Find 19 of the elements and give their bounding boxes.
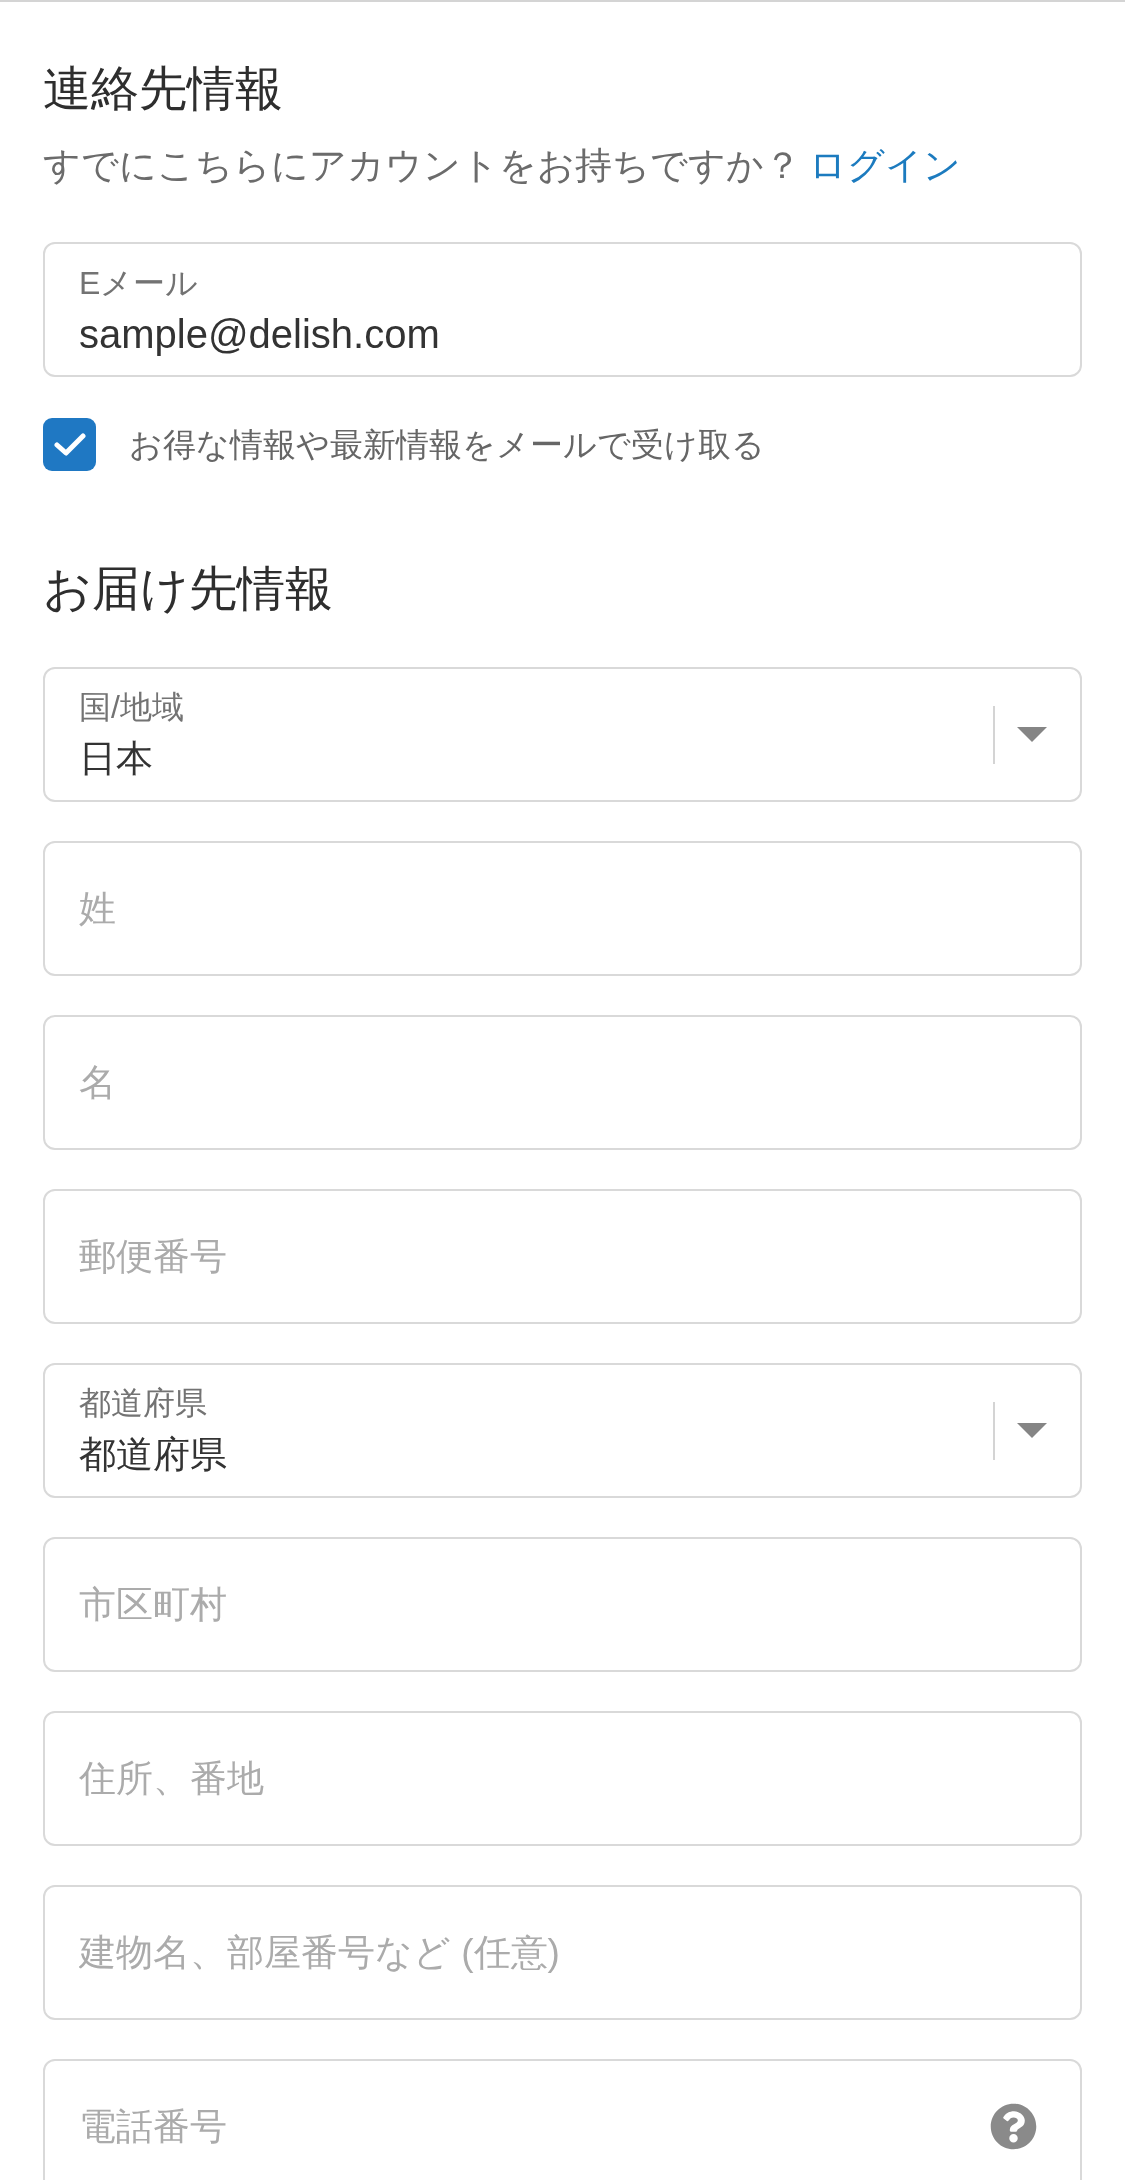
caret-icon xyxy=(1017,1423,1047,1438)
check-icon xyxy=(53,432,86,457)
field-label: Eメール xyxy=(79,264,199,302)
text-field[interactable]: 郵便番号 xyxy=(43,1189,1082,1324)
select-field[interactable]: 都道府県 都道府県 xyxy=(43,1363,1082,1498)
caret-icon xyxy=(1017,727,1047,742)
text-field[interactable]: 名 xyxy=(43,1015,1082,1150)
login-prompt: すでにこちらにアカウントをお持ちですか？ xyxy=(43,144,801,188)
text-field[interactable]: 住所、番地 xyxy=(43,1711,1082,1846)
text-field[interactable]: 電話番号 xyxy=(43,2059,1082,2180)
help-icon[interactable] xyxy=(990,2103,1037,2150)
checkbox[interactable] xyxy=(43,418,96,471)
text-field[interactable]: 市区町村 xyxy=(43,1537,1082,1672)
text-field[interactable]: 姓 xyxy=(43,841,1082,976)
select-field[interactable]: 国/地域 日本 xyxy=(43,667,1082,802)
checkbox-label: お得な情報や最新情報をメールで受け取る xyxy=(129,424,765,465)
section-heading: 連絡先情報 xyxy=(43,61,283,117)
login-link[interactable]: ログイン xyxy=(809,142,961,190)
section-heading: お届け先情報 xyxy=(43,561,333,617)
